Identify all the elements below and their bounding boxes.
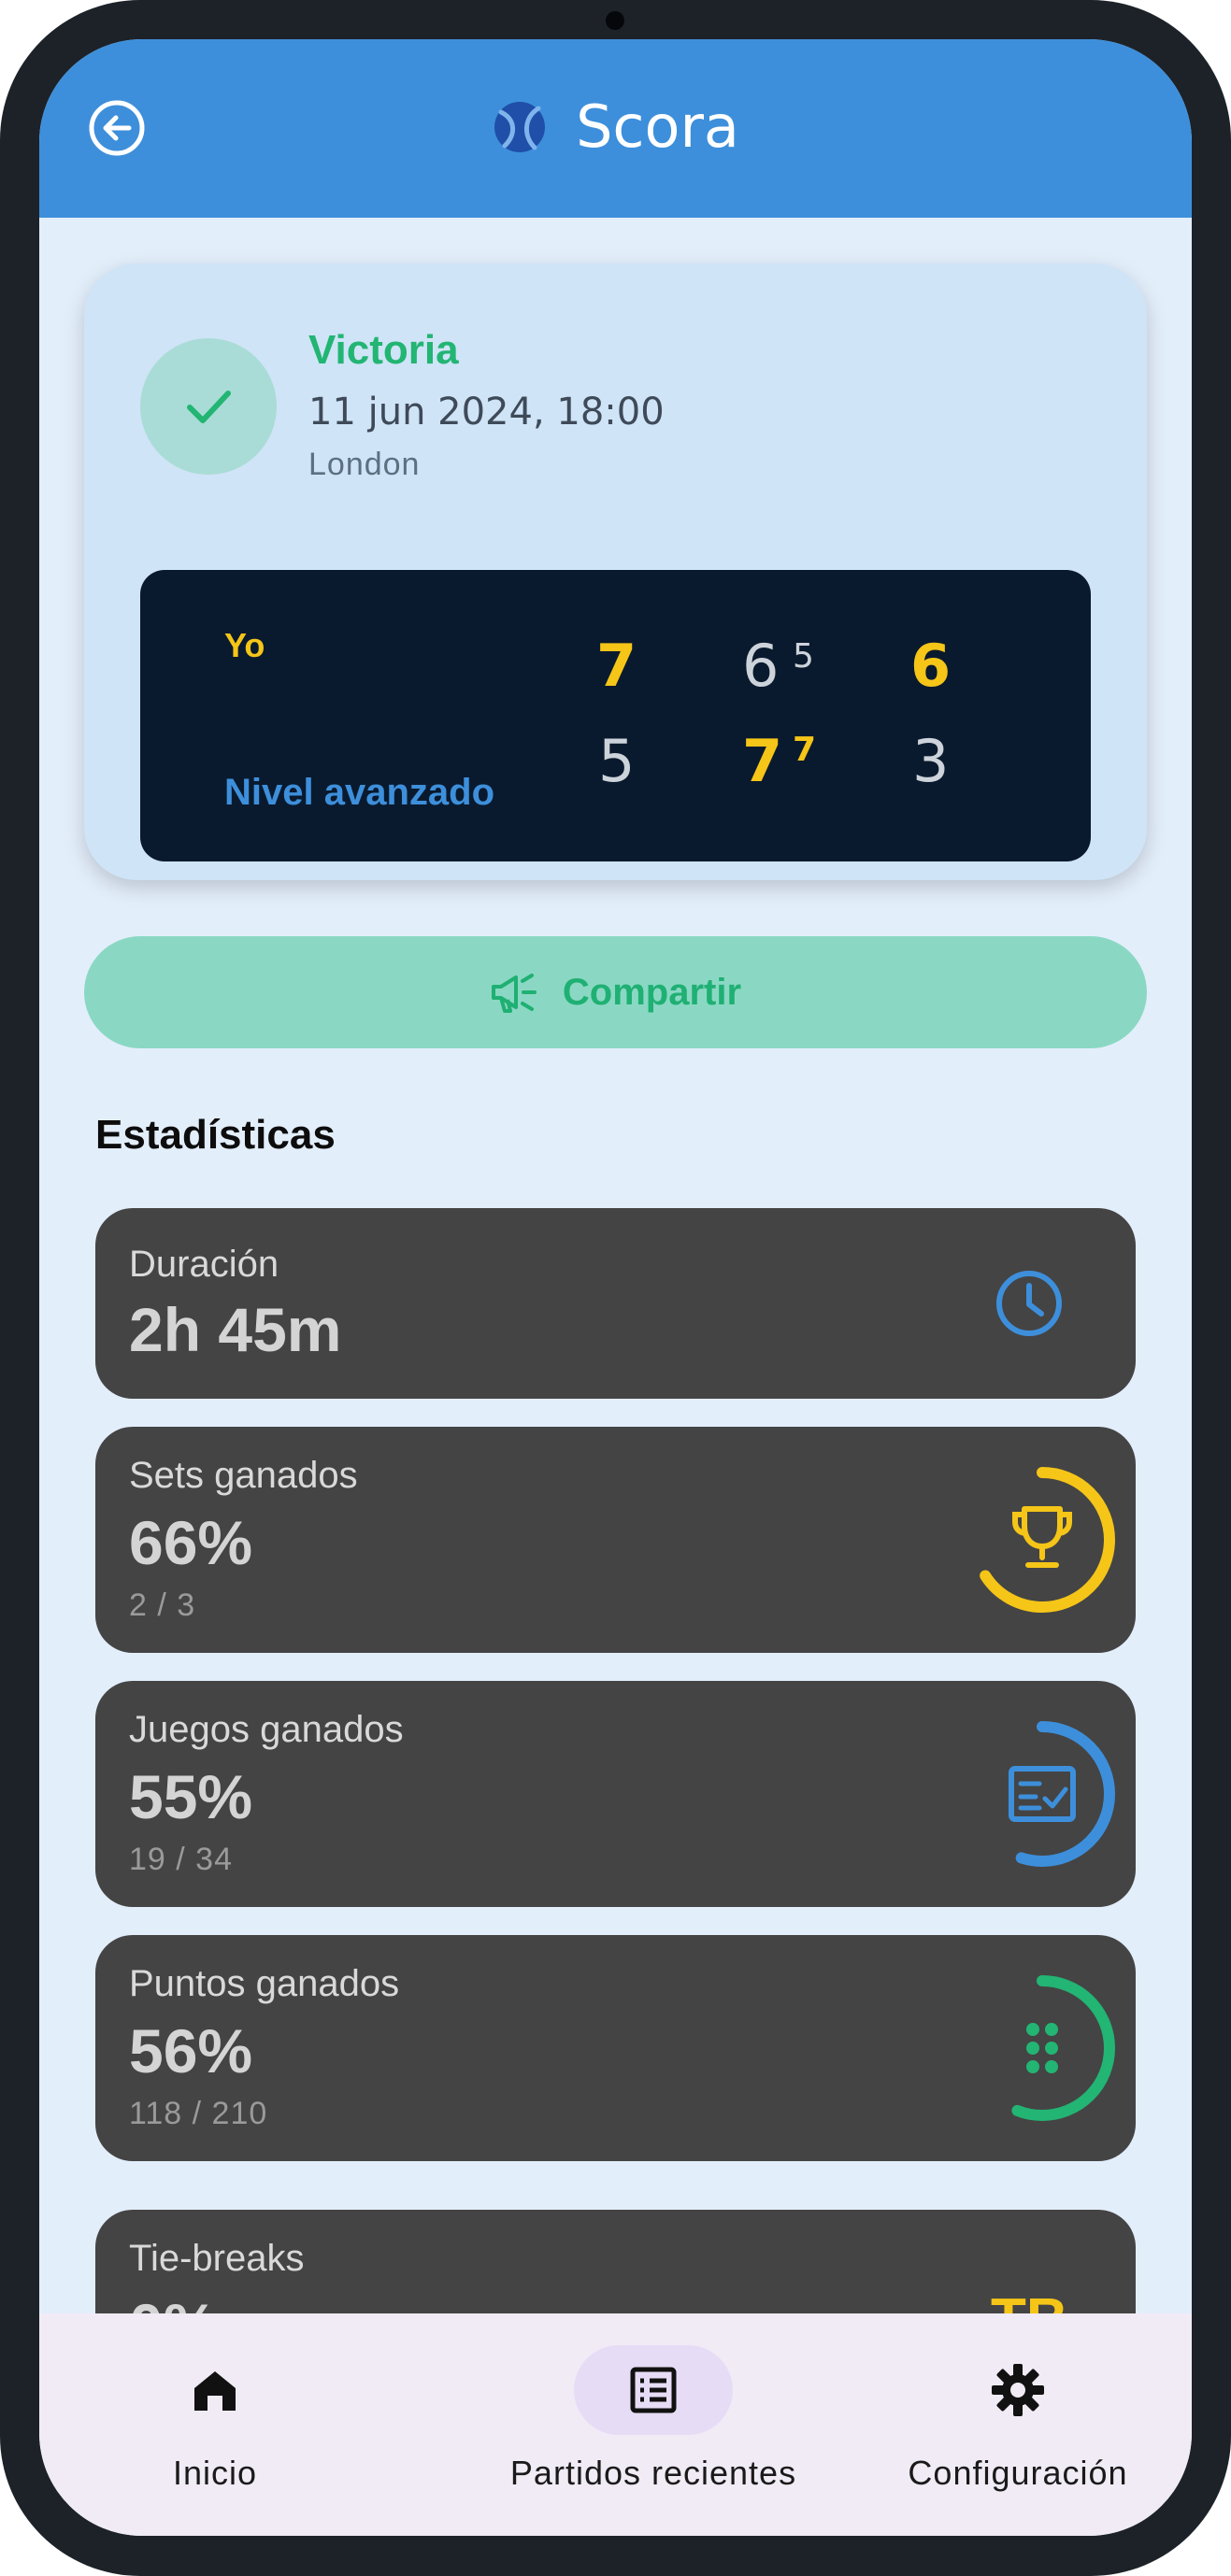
stat-label: Sets ganados	[129, 1455, 358, 1496]
screen: Scora Victoria 11 jun 2024, 18:00 London…	[39, 39, 1192, 2536]
megaphone-icon	[491, 974, 537, 1013]
bottom-navigation: Inicio Partidos recientes Configuración	[39, 2313, 1192, 2536]
points-progress-ring	[969, 1975, 1115, 2121]
app-title: Scora	[576, 93, 739, 161]
phone-frame: Scora Victoria 11 jun 2024, 18:00 London…	[0, 0, 1231, 2576]
nav-pill	[136, 2345, 294, 2435]
stat-label: Tie-breaks	[129, 2238, 305, 2279]
match-result: Victoria	[308, 327, 459, 373]
set2-player1-tiebreak: 5	[793, 637, 814, 676]
set1-player1-score: 7	[596, 632, 637, 700]
set2-player2-tiebreak: 7	[793, 731, 817, 769]
nav-pill	[938, 2345, 1097, 2435]
nav-label: Partidos recientes	[509, 2454, 797, 2492]
stat-card-games: Juegos ganados 55% 19 / 34	[95, 1681, 1136, 1907]
stat-value: 56%	[129, 2016, 253, 2085]
tennis-ball-icon	[494, 101, 546, 152]
stat-value: 2h 45m	[129, 1295, 342, 1364]
home-icon	[194, 2371, 236, 2411]
stat-label: Duración	[129, 1244, 279, 1285]
dots-icon	[1026, 2023, 1058, 2073]
nav-item-configuracion[interactable]: Configuración	[878, 2313, 1158, 2536]
stat-sub: 2 / 3	[129, 1587, 196, 1623]
match-location: London	[308, 447, 421, 482]
nav-label: Inicio	[172, 2454, 258, 2492]
set3-player1-score: 6	[910, 632, 952, 700]
sets-progress-ring	[969, 1467, 1115, 1613]
stat-value: 66%	[129, 1508, 253, 1577]
match-date: 11 jun 2024, 18:00	[308, 391, 665, 434]
nav-item-inicio[interactable]: Inicio	[136, 2313, 294, 2536]
set2-player1-score: 6	[742, 632, 780, 700]
set2-player2-score: 7	[742, 727, 783, 795]
stat-sub: 118 / 210	[129, 2096, 268, 2131]
result-badge	[140, 338, 277, 475]
back-button[interactable]	[88, 99, 146, 157]
share-button[interactable]: Compartir	[84, 936, 1147, 1048]
player1-name: Yo	[224, 626, 265, 664]
list-icon	[630, 2367, 677, 2413]
nav-pill	[574, 2345, 733, 2435]
match-summary-card: Victoria 11 jun 2024, 18:00 London Yo Ni…	[84, 263, 1147, 880]
progress-arc	[969, 1975, 1115, 2121]
set1-player2-score: 5	[598, 727, 636, 795]
stat-card-duration: Duración 2h 45m	[95, 1208, 1136, 1399]
stat-value: 55%	[129, 1762, 253, 1831]
progress-arc	[969, 1721, 1115, 1867]
scoreboard: Yo Nivel avanzado 7 5 6 5 7 7 6 3	[140, 570, 1091, 861]
stats-heading: Estadísticas	[95, 1112, 336, 1158]
games-progress-ring	[969, 1721, 1115, 1867]
camera-dot	[606, 11, 624, 30]
player2-name: Nivel avanzado	[224, 772, 495, 813]
stat-card-sets: Sets ganados 66% 2 / 3	[95, 1427, 1136, 1653]
stat-sub: 19 / 34	[129, 1842, 233, 1877]
nav-label: Configuración	[908, 2454, 1128, 2492]
progress-arc	[969, 1467, 1115, 1613]
app-title-group: Scora	[39, 39, 1192, 218]
app-bar: Scora	[39, 39, 1192, 218]
share-label: Compartir	[562, 971, 742, 1013]
back-arrow-icon	[89, 100, 145, 156]
trophy-icon	[1012, 1506, 1072, 1568]
set3-player2-score: 3	[912, 727, 950, 795]
stat-label: Juegos ganados	[129, 1709, 404, 1750]
nav-item-partidos-recientes[interactable]: Partidos recientes	[471, 2313, 836, 2536]
check-icon	[187, 391, 231, 423]
stat-label: Puntos ganados	[129, 1963, 400, 2004]
gear-icon	[992, 2364, 1044, 2416]
clock-icon	[996, 1271, 1062, 1336]
checklist-icon	[1009, 1766, 1076, 1822]
stat-card-points: Puntos ganados 56% 118 / 210	[95, 1935, 1136, 2161]
